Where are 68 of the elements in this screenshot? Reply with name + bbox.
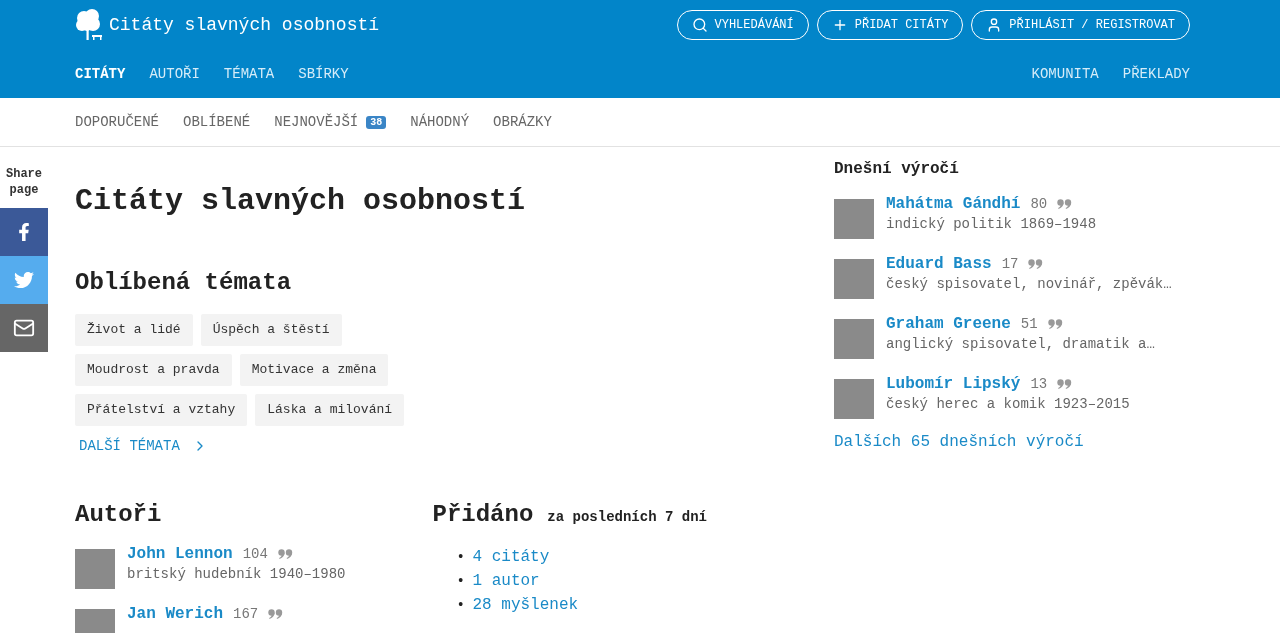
- bullet-marker: •: [456, 548, 466, 567]
- quote-icon: [277, 549, 293, 559]
- page-title: Citáty slavných osobností: [75, 183, 527, 220]
- topic-tag[interactable]: Motivace a změna: [239, 354, 389, 386]
- count-badge: 38: [366, 115, 387, 129]
- section-subtitle: za posledních 7 dní: [547, 509, 707, 525]
- subnav-link[interactable]: DOPORUČENÉ: [75, 114, 159, 130]
- topic-tag[interactable]: Úspěch a štěstí: [200, 314, 342, 346]
- sidebar-heading: Dnešní výročí: [834, 159, 960, 179]
- section-heading: Oblíbená témata: [75, 268, 293, 298]
- quote-icon: [1057, 379, 1073, 389]
- quote-icon: [268, 609, 284, 619]
- site-title[interactable]: Citáty slavných osobností: [109, 14, 380, 35]
- more-anniversaries-link[interactable]: Dalších 65 dnešních výročí: [834, 433, 1084, 451]
- person-name-link[interactable]: Mahátma Gándhí: [886, 195, 1021, 213]
- tree-logo-icon: [75, 8, 103, 41]
- nav-link[interactable]: CITÁTY: [75, 65, 126, 82]
- person-description: anglický spisovatel, dramatik a…: [886, 336, 1155, 352]
- nav-link[interactable]: KOMUNITA: [1031, 65, 1099, 82]
- subnav-link[interactable]: NÁHODNÝ: [410, 114, 470, 130]
- person-description: indický politik 1869–1948: [886, 216, 1097, 232]
- nav-link[interactable]: AUTOŘI: [149, 65, 200, 82]
- quote-count: 17: [1001, 256, 1019, 272]
- search-icon: [691, 16, 708, 33]
- twitter-icon: [14, 270, 34, 290]
- person-description: český spisovatel, novinář, zpěvák…: [886, 276, 1172, 292]
- added-link[interactable]: 4 citáty: [472, 545, 550, 569]
- quote-icon: [1057, 199, 1073, 209]
- photo-placeholder: [834, 319, 874, 359]
- quote-count: 104: [242, 546, 268, 562]
- subnav-link[interactable]: OBRÁZKY: [493, 114, 552, 130]
- nav-link[interactable]: SBÍRKY: [298, 65, 349, 82]
- section-heading: Přidáno: [432, 500, 534, 530]
- person-name-link[interactable]: Eduard Bass: [886, 255, 992, 273]
- more-topics-link[interactable]: DALŠÍ TÉMATA: [79, 438, 208, 454]
- subnav-link[interactable]: OBLÍBENÉ: [183, 114, 251, 130]
- facebook-share-button[interactable]: [0, 208, 48, 256]
- photo-placeholder: [834, 379, 874, 419]
- topic-tag[interactable]: Láska a milování: [255, 394, 405, 426]
- quote-icon: [1047, 319, 1063, 329]
- quote-count: 167: [233, 606, 259, 622]
- quote-count: 13: [1030, 376, 1048, 392]
- photo-placeholder: [834, 199, 874, 239]
- person-name-link[interactable]: Lubomír Lipský: [886, 375, 1021, 393]
- quote-icon: [1028, 259, 1044, 269]
- added-link[interactable]: 28 myšlenek: [472, 593, 579, 617]
- person-name-link[interactable]: John Lennon: [127, 545, 233, 563]
- photo-placeholder: [834, 259, 874, 299]
- topic-tag[interactable]: Život a lidé: [75, 314, 193, 346]
- email-share-button[interactable]: [0, 304, 48, 352]
- person-description: český herec a komik 1923–2015: [886, 396, 1130, 412]
- mail-icon: [13, 317, 35, 339]
- share-label: Share page: [5, 166, 43, 198]
- topic-tag[interactable]: Přátelství a vztahy: [75, 394, 248, 426]
- topic-tag[interactable]: Moudrost a pravda: [75, 354, 232, 386]
- added-link[interactable]: 1 autor: [472, 569, 540, 593]
- bullet-marker: •: [456, 572, 466, 591]
- nav-link[interactable]: TÉMATA: [223, 65, 275, 82]
- quote-count: 51: [1020, 316, 1038, 332]
- subnav-link[interactable]: NEJNOVĚJŠÍ 38: [274, 114, 387, 130]
- quote-count: 80: [1030, 196, 1048, 212]
- bullet-marker: •: [456, 596, 466, 615]
- person-description: britský hudebník 1940–1980: [127, 566, 346, 582]
- person-name-link[interactable]: Graham Greene: [886, 315, 1011, 333]
- photo-placeholder: [75, 549, 115, 589]
- person-name-link[interactable]: Jan Werich: [127, 605, 223, 623]
- section-heading: Autoři: [75, 500, 163, 530]
- nav-link[interactable]: PŘEKLADY: [1122, 65, 1190, 82]
